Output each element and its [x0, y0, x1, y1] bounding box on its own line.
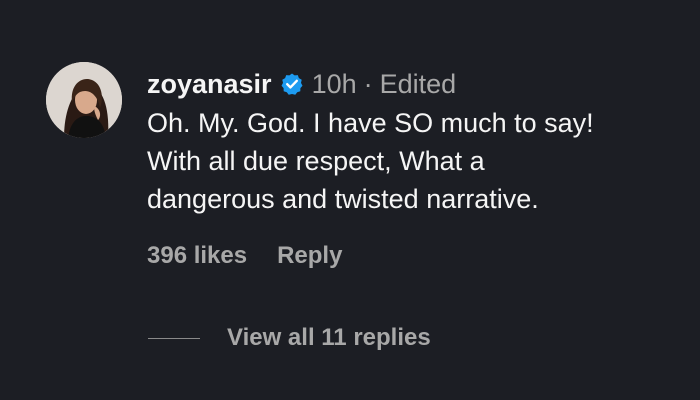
meta-separator: · [363, 68, 373, 99]
verified-badge-icon [280, 72, 304, 96]
view-replies-button[interactable]: View all 11 replies [148, 324, 431, 352]
edited-label: Edited [379, 68, 457, 99]
comment-body: zoyanasir 10h · Edited Oh. My. God. I ha… [147, 64, 677, 270]
replies-divider [148, 337, 200, 339]
comment-text: Oh. My. God. I have SO much to say! With… [147, 104, 677, 218]
reply-button[interactable]: Reply [277, 242, 342, 270]
comment-header: zoyanasir 10h · Edited [147, 64, 677, 104]
comment-time: 10h [311, 68, 357, 99]
likes-count[interactable]: 396 likes [147, 242, 247, 270]
comment-text-line: Oh. My. God. I have SO much to say! [147, 108, 594, 138]
comment-actions: 396 likes Reply [147, 242, 677, 270]
avatar[interactable] [46, 62, 122, 138]
comment-text-line: With all due respect, What a [147, 146, 485, 176]
avatar-image [46, 62, 122, 138]
username[interactable]: zoyanasir [147, 69, 272, 100]
view-replies-label: View all 11 replies [227, 324, 431, 351]
comment-text-line: dangerous and twisted narrative. [147, 184, 539, 214]
